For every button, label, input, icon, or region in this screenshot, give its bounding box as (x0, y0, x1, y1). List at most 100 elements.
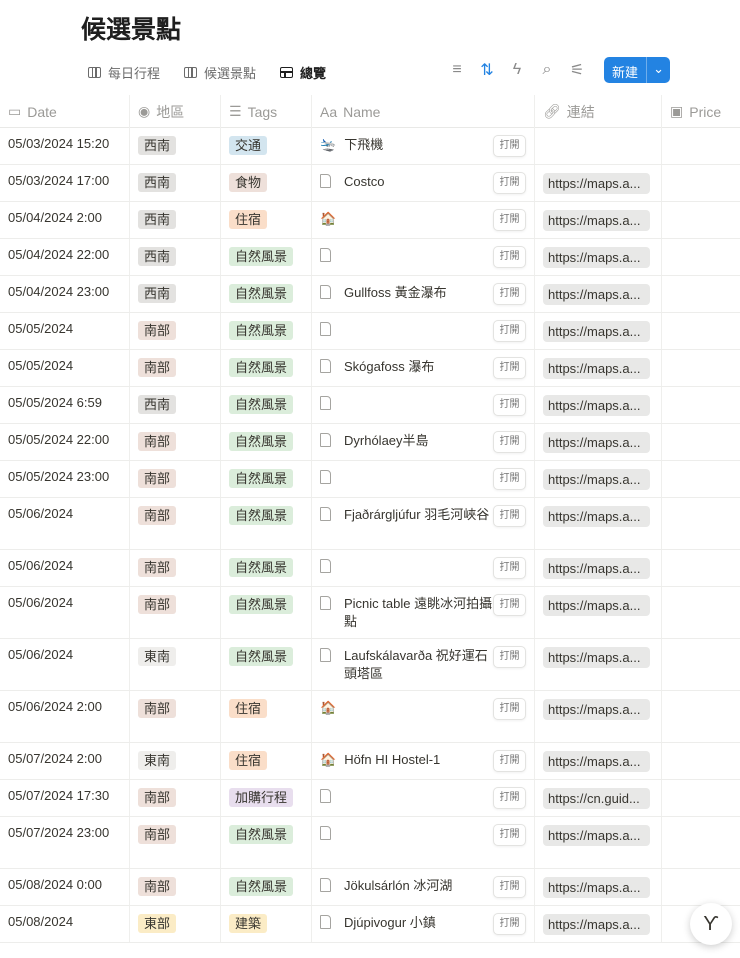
date-cell[interactable]: 05/04/2024 2:00 (0, 202, 130, 238)
name-cell[interactable]: Laufskálavarða 祝好運石頭塔區 打開 (312, 639, 535, 690)
link-value[interactable]: https://maps.a... (543, 825, 650, 846)
tags-cell[interactable]: 自然風景 (221, 424, 312, 460)
price-cell[interactable] (662, 587, 740, 638)
name-cell[interactable]: 🏠 打開 (312, 202, 535, 238)
date-cell[interactable]: 05/06/2024 2:00 (0, 691, 130, 742)
help-button[interactable]: ϒ (690, 903, 732, 945)
link-cell[interactable]: https://maps.a... (535, 691, 662, 742)
link-value[interactable]: https://cn.guid... (543, 788, 650, 809)
tab-overview[interactable]: 總覽 (280, 63, 326, 82)
name-cell[interactable]: 打開 (312, 461, 535, 497)
sort-icon[interactable]: ⇅ (478, 60, 496, 80)
date-cell[interactable]: 05/07/2024 17:30 (0, 780, 130, 816)
table-row[interactable]: 05/05/2024 22:00 南部 自然風景 Dyrhólaey半島 打開 https… (0, 424, 740, 461)
table-row[interactable]: 05/08/2024 東部 建築 Djúpivogur 小鎮 打開 https://map… (0, 906, 740, 943)
date-cell[interactable]: 05/05/2024 6:59 (0, 387, 130, 423)
link-cell[interactable]: https://maps.a... (535, 639, 662, 690)
open-button[interactable]: 打開 (493, 135, 526, 157)
link-cell[interactable]: https://maps.a... (535, 550, 662, 586)
open-button[interactable]: 打開 (493, 913, 526, 935)
link-cell[interactable]: https://maps.a... (535, 387, 662, 423)
link-cell[interactable]: https://maps.a... (535, 350, 662, 386)
price-cell[interactable] (662, 498, 740, 549)
table-row[interactable]: 05/06/2024 南部 自然風景 Picnic table 遠眺冰河拍攝點 打開 ht… (0, 587, 740, 639)
link-value[interactable]: https://maps.a... (543, 506, 650, 527)
link-cell[interactable]: https://maps.a... (535, 313, 662, 349)
date-cell[interactable]: 05/04/2024 23:00 (0, 276, 130, 312)
date-cell[interactable]: 05/06/2024 (0, 587, 130, 638)
date-cell[interactable]: 05/06/2024 (0, 498, 130, 549)
tags-cell[interactable]: 加購行程 (221, 780, 312, 816)
table-row[interactable]: 05/05/2024 南部 自然風景 Skógafoss 瀑布 打開 https://ma… (0, 350, 740, 387)
table-row[interactable]: 05/06/2024 東南 自然風景 Laufskálavarða 祝好運石頭塔區 打開… (0, 639, 740, 691)
new-button[interactable]: 新建 (604, 57, 646, 83)
date-cell[interactable]: 05/03/2024 17:00 (0, 165, 130, 201)
link-value[interactable]: https://maps.a... (543, 173, 650, 194)
price-cell[interactable] (662, 780, 740, 816)
region-cell[interactable]: 西南 (130, 128, 221, 164)
link-cell[interactable]: https://maps.a... (535, 424, 662, 460)
region-cell[interactable]: 西南 (130, 202, 221, 238)
link-cell[interactable]: https://maps.a... (535, 202, 662, 238)
link-value[interactable]: https://maps.a... (543, 395, 650, 416)
price-cell[interactable] (662, 128, 740, 164)
tags-cell[interactable]: 自然風景 (221, 387, 312, 423)
date-cell[interactable]: 05/07/2024 2:00 (0, 743, 130, 779)
price-cell[interactable] (662, 869, 740, 905)
chevron-down-icon[interactable]: ⌄ (646, 57, 670, 83)
tags-cell[interactable]: 自然風景 (221, 350, 312, 386)
date-cell[interactable]: 05/03/2024 15:20 (0, 128, 130, 164)
open-button[interactable]: 打開 (493, 394, 526, 416)
link-value[interactable]: https://maps.a... (543, 247, 650, 268)
date-cell[interactable]: 05/05/2024 23:00 (0, 461, 130, 497)
region-cell[interactable]: 南部 (130, 869, 221, 905)
link-value[interactable]: https://maps.a... (543, 877, 650, 898)
open-button[interactable]: 打開 (493, 594, 526, 616)
region-cell[interactable]: 南部 (130, 461, 221, 497)
open-button[interactable]: 打開 (493, 824, 526, 846)
tab-candidate-spots[interactable]: 候選景點 (184, 63, 256, 82)
name-cell[interactable]: 打開 (312, 550, 535, 586)
price-cell[interactable] (662, 691, 740, 742)
name-cell[interactable]: Jökulsárlón 冰河湖 打開 (312, 869, 535, 905)
link-cell[interactable]: https://maps.a... (535, 165, 662, 201)
open-button[interactable]: 打開 (493, 468, 526, 490)
date-cell[interactable]: 05/06/2024 (0, 550, 130, 586)
open-button[interactable]: 打開 (493, 787, 526, 809)
link-cell[interactable]: https://maps.a... (535, 906, 662, 942)
name-cell[interactable]: Gullfoss 黃金瀑布 打開 (312, 276, 535, 312)
open-button[interactable]: 打開 (493, 283, 526, 305)
link-cell[interactable]: https://cn.guid... (535, 780, 662, 816)
tags-cell[interactable]: 自然風景 (221, 313, 312, 349)
table-row[interactable]: 05/04/2024 2:00 西南 住宿 🏠 打開 https://maps.a... (0, 202, 740, 239)
region-cell[interactable]: 西南 (130, 165, 221, 201)
tags-cell[interactable]: 交通 (221, 128, 312, 164)
name-cell[interactable]: Costco 打開 (312, 165, 535, 201)
name-cell[interactable]: 🛬 下飛機 打開 (312, 128, 535, 164)
date-cell[interactable]: 05/06/2024 (0, 639, 130, 690)
open-button[interactable]: 打開 (493, 646, 526, 668)
price-cell[interactable] (662, 639, 740, 690)
tags-cell[interactable]: 自然風景 (221, 869, 312, 905)
table-row[interactable]: 05/03/2024 17:00 西南 食物 Costco 打開 https://maps… (0, 165, 740, 202)
date-cell[interactable]: 05/05/2024 (0, 313, 130, 349)
price-cell[interactable] (662, 313, 740, 349)
link-value[interactable]: https://maps.a... (543, 647, 650, 668)
tags-cell[interactable]: 自然風景 (221, 550, 312, 586)
region-cell[interactable]: 南部 (130, 498, 221, 549)
link-value[interactable]: https://maps.a... (543, 751, 650, 772)
name-cell[interactable]: 打開 (312, 817, 535, 868)
name-cell[interactable]: Fjaðrárgljúfur 羽毛河峽谷 打開 (312, 498, 535, 549)
open-button[interactable]: 打開 (493, 505, 526, 527)
region-cell[interactable]: 西南 (130, 387, 221, 423)
region-cell[interactable]: 西南 (130, 276, 221, 312)
date-cell[interactable]: 05/08/2024 (0, 906, 130, 942)
open-button[interactable]: 打開 (493, 557, 526, 579)
region-cell[interactable]: 南部 (130, 313, 221, 349)
open-button[interactable]: 打開 (493, 750, 526, 772)
price-cell[interactable] (662, 350, 740, 386)
price-cell[interactable] (662, 743, 740, 779)
tags-cell[interactable]: 自然風景 (221, 587, 312, 638)
link-value[interactable]: https://maps.a... (543, 699, 650, 720)
date-cell[interactable]: 05/05/2024 (0, 350, 130, 386)
